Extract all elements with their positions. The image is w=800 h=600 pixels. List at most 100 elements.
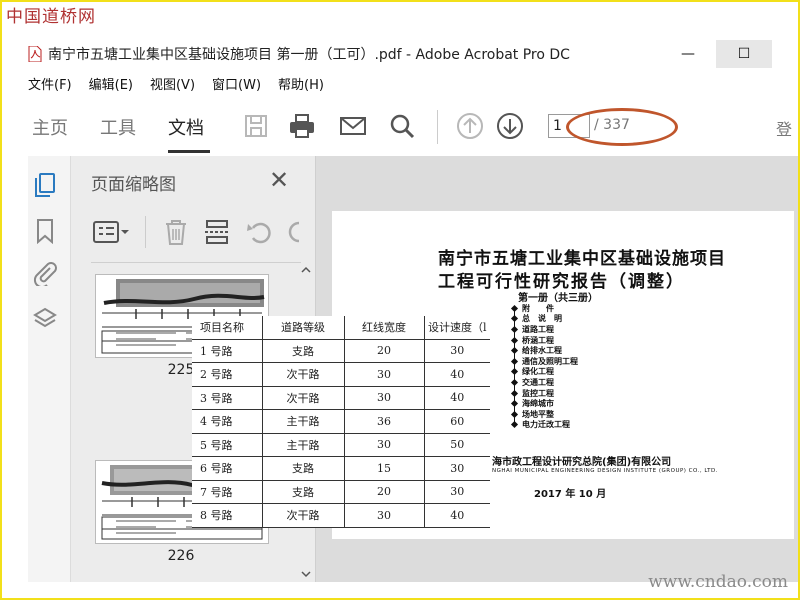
tab-tools[interactable]: 工具 [100,114,136,140]
document-company-english: NGHAI MUNICIPAL ENGINEERING DESIGN INSTI… [492,468,719,474]
toc-item: 附 件 [510,303,578,314]
table-row: 3 号路 次干路 30 40 [192,385,490,410]
maximize-button[interactable]: ☐ [716,40,772,68]
table-cell: 15 [343,456,425,481]
toc-item-label: 监控工程 [522,388,554,398]
attachment-icon[interactable] [32,260,58,289]
tab-home[interactable]: 主页 [32,114,68,140]
document-volume: 第一册（共三册） [518,293,598,304]
toc-item: 桥涵工程 [510,335,578,346]
toc-item-label: 总 说 明 [522,314,562,324]
table-cell: 支路 [261,456,345,481]
table-row: 5 号路 主干路 30 50 [192,432,490,457]
table-cell: 20 [343,479,425,504]
print-icon[interactable] [288,112,316,140]
title-bar: 南宁市五塘工业集中区基础设施项目 第一册（工可）.pdf - Adobe Acr… [28,40,778,68]
table-cell: 支路 [261,479,345,504]
toc-bullet [510,325,519,334]
menu-edit[interactable]: 编辑(E) [89,74,133,96]
table-cell: 4 号路 [192,409,263,434]
toc-item-label: 给排水工程 [522,346,562,356]
table-row: 8 号路 次干路 30 40 [192,503,490,528]
save-icon[interactable] [242,112,270,140]
previous-page-icon[interactable] [456,112,484,140]
document-title-line1: 南宁市五塘工业集中区基础设施项目 [438,249,726,269]
toc-item-label: 桥涵工程 [522,335,554,345]
toc-bullet [510,315,519,323]
left-rail [28,156,71,582]
table-cell: 40 [423,503,490,528]
table-cell: 主干路 [261,432,345,457]
menu-bar: 文件(F) 编辑(E) 视图(V) 窗口(W) 帮助(H) [28,74,341,96]
email-icon[interactable] [339,112,367,140]
toc-item-label: 附 件 [522,303,554,313]
toc-item: 电力迁改工程 [510,420,578,431]
bookmark-icon[interactable] [32,218,58,245]
table-cell: 30 [343,362,425,387]
table-cell: 30 [343,503,425,528]
extract-page-icon[interactable] [203,218,231,250]
document-company: 海市政工程设计研究总院(集团)有限公司 [492,457,672,468]
window-title: 南宁市五塘工业集中区基础设施项目 第一册（工可）.pdf - Adobe Acr… [48,47,570,63]
table-cell: 7 号路 [192,479,263,504]
close-panel-button[interactable]: ✕ [269,166,289,194]
column-header: 设计速度（l [423,316,490,340]
page-thumbnails-icon[interactable] [32,172,58,198]
panel-header-divider [91,262,301,263]
watermark-top: 中国道桥网 [6,7,96,27]
toc-item: 给排水工程 [510,345,578,356]
annotation-ellipse [566,108,678,146]
menu-file[interactable]: 文件(F) [28,74,72,96]
table-header-row: 项目名称 道路等级 红线宽度 设计速度（l [192,316,490,340]
panel-toolbar [91,216,301,248]
table-cell: 8 号路 [192,503,263,528]
column-header: 红线宽度 [343,316,425,340]
thumbnail-options-icon[interactable] [93,220,131,248]
table-cell: 20 [343,338,425,363]
toc-item: 场地平整 [510,409,578,420]
table-row: 7 号路 支路 20 30 [192,479,490,504]
toc-item: 道路工程 [510,324,578,335]
search-icon[interactable] [388,112,416,140]
rotate-right-icon[interactable] [287,218,301,250]
table-cell: 40 [423,385,490,410]
toc-item: 通信及照明工程 [510,356,578,367]
delete-page-icon[interactable] [163,218,189,250]
menu-window[interactable]: 窗口(W) [212,74,261,96]
table-row: 1 号路 支路 20 30 [192,338,490,363]
next-page-icon[interactable] [496,112,524,140]
menu-view[interactable]: 视图(V) [150,74,195,96]
column-header: 项目名称 [192,316,263,340]
table-cell: 30 [343,432,425,457]
table-row: 6 号路 支路 15 30 [192,456,490,481]
table-cell: 次干路 [261,362,345,387]
panel-toolbar-divider [145,216,146,248]
minimize-button[interactable]: — [668,40,708,68]
table-cell: 3 号路 [192,385,263,410]
rotate-left-icon[interactable] [245,218,273,250]
toc-bullet [510,389,519,397]
table-cell: 50 [423,432,490,457]
column-header: 道路等级 [261,316,345,340]
sign-in-link[interactable]: 登 [776,116,792,140]
table-row: 2 号路 次干路 30 40 [192,362,490,387]
document-toc: 附 件 总 说 明 道路工程 桥涵工程 给排水工程 通信及照明工程 绿化工程 交… [510,303,578,431]
toc-bullet [510,347,519,355]
toc-bullet [510,421,519,429]
table-cell: 主干路 [261,409,345,434]
toolbar: 主页 工具 文档 1 / 337 登 [28,102,800,154]
toolbar-divider [437,110,438,144]
layers-icon[interactable] [32,306,58,332]
table-cell: 5 号路 [192,432,263,457]
toc-bullet [510,400,519,408]
toc-item: 监控工程 [510,388,578,399]
toc-item: 绿化工程 [510,367,578,378]
table-cell: 次干路 [261,503,345,528]
toc-item-label: 绿化工程 [522,367,554,377]
menu-help[interactable]: 帮助(H) [278,74,324,96]
table-cell: 40 [423,362,490,387]
table-cell: 次干路 [261,385,345,410]
document-date: 2017 年 10 月 [534,489,607,500]
tab-document[interactable]: 文档 [168,114,204,140]
table-cell: 30 [423,338,490,363]
